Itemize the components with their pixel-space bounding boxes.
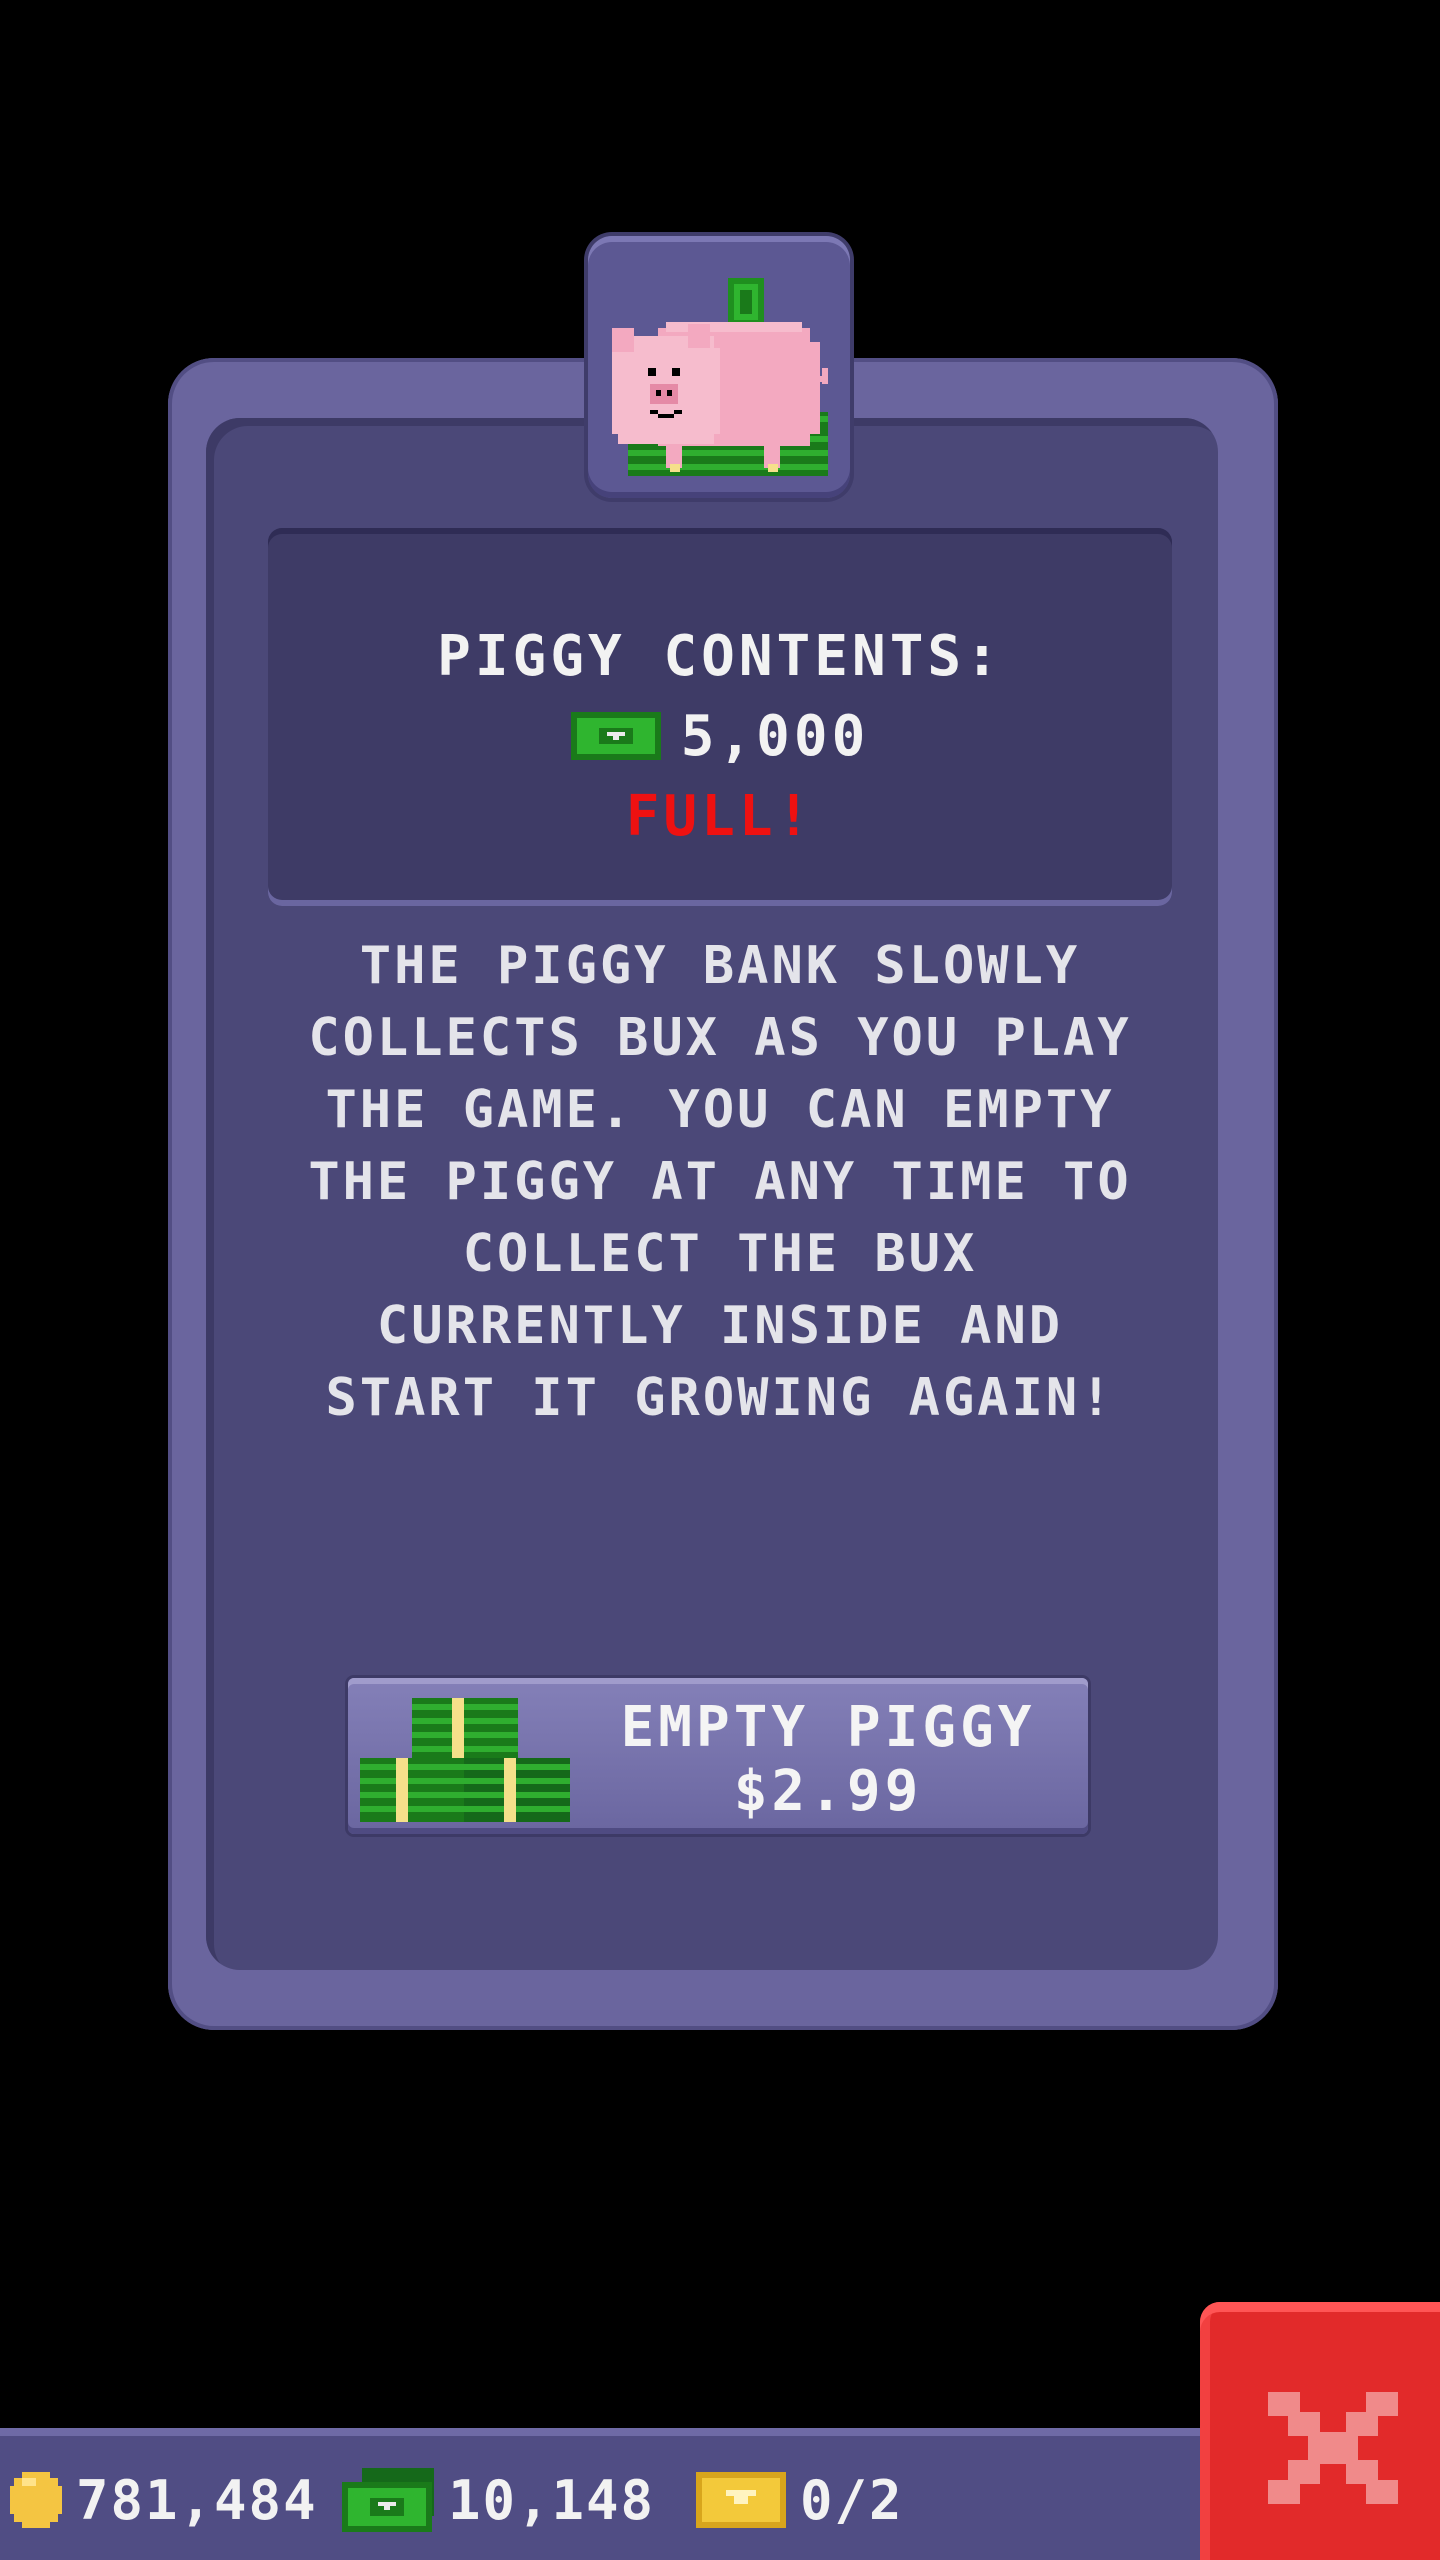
gold-ticket-icon — [696, 2472, 786, 2528]
bux-bill-icon — [570, 712, 661, 760]
bux-bill-icon — [342, 2468, 434, 2532]
piggy-contents-amount: 5,000 — [680, 703, 870, 769]
piggy-contents-amount-row: 5,000 — [268, 703, 1172, 769]
empty-piggy-button[interactable]: EMPTY PIGGY $2.99 — [348, 1678, 1088, 1834]
golden-tickets-counter: 0/2 — [696, 2468, 904, 2532]
piggy-contents-box: PIGGY CONTENTS: 5,000 FULL! — [268, 528, 1172, 906]
empty-piggy-title: EMPTY PIGGY — [620, 1695, 1036, 1760]
coins-counter: 781,484 — [10, 2468, 318, 2532]
screen: PIGGY CONTENTS: 5,000 FULL! THE PIGGY BA… — [0, 0, 1440, 2560]
currency-status-bar: 781,484 10,148 0/2 — [0, 2428, 1200, 2560]
piggy-contents-title: PIGGY CONTENTS: — [437, 624, 1003, 689]
piggy-description: THE PIGGY BANK SLOWLY COLLECTS BUX AS YO… — [308, 936, 1132, 1428]
piggy-bank-icon — [612, 278, 828, 476]
bux-value: 10,148 — [448, 2468, 656, 2532]
piggy-full-status: FULL! — [625, 784, 815, 849]
bux-stack-icon — [360, 1698, 570, 1822]
bux-counter: 10,148 — [342, 2468, 655, 2532]
coins-value: 781,484 — [76, 2468, 318, 2532]
empty-piggy-price: $2.99 — [733, 1759, 923, 1824]
close-icon — [1268, 2392, 1398, 2504]
close-button[interactable] — [1200, 2302, 1440, 2560]
coin-icon — [10, 2472, 62, 2528]
tickets-value: 0/2 — [800, 2468, 904, 2532]
piggy-bank-tile — [588, 236, 850, 498]
empty-piggy-label: EMPTY PIGGY $2.99 — [598, 1696, 1058, 1824]
